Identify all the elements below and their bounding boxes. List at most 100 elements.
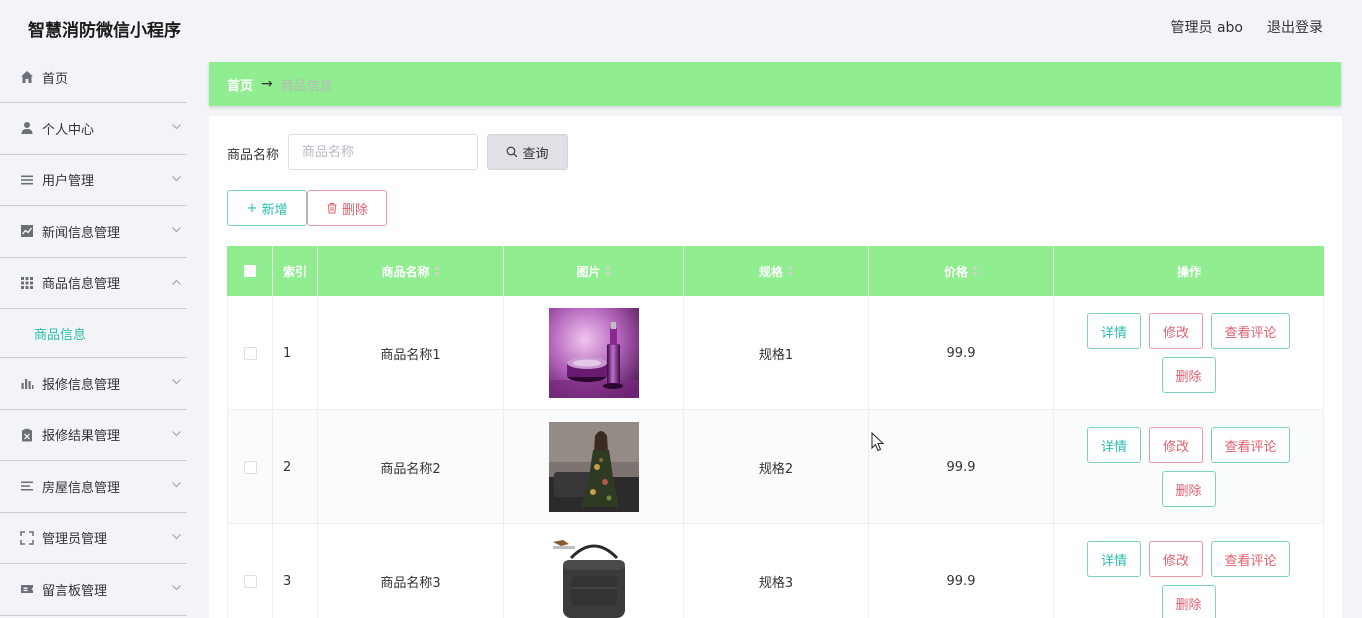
add-button[interactable]: + 新增 [227,190,307,226]
sidebar-item-house-info[interactable]: 房屋信息管理 [0,461,187,513]
product-image-dress[interactable] [548,422,639,512]
spec-cell: 规格3 [684,524,869,618]
delete-button[interactable]: 删除 [1161,585,1216,618]
sidebar-item-product-management[interactable]: 商品信息管理 [0,258,187,309]
sidebar-item-repair-info[interactable]: 报修信息管理 [0,358,187,410]
search-input[interactable] [288,134,478,170]
sort-icon[interactable] [604,266,611,276]
user-icon [20,121,34,135]
header-price[interactable]: 价格 [869,246,1054,296]
operations-cell: 详情 修改 查看评论 删除 [1054,410,1324,524]
sidebar-item-label: 个人中心 [42,122,95,138]
sidebar-item-news-management[interactable]: 新闻信息管理 [0,206,187,258]
sidebar-item-label: 留言板管理 [42,583,108,599]
search-label: 商品名称 [227,148,280,163]
chevron-down-icon [172,124,181,130]
index-cell: 1 [273,296,318,410]
breadcrumb: 首页 → 商品信息 [209,62,1341,106]
sort-icon[interactable] [787,266,793,276]
search-button[interactable]: 查询 [487,134,568,170]
list-icon [20,173,34,187]
row-select-cell [227,410,273,524]
header-spec[interactable]: 规格 [684,246,869,296]
chevron-down-icon [172,533,181,539]
view-comments-button[interactable]: 查看评论 [1211,313,1290,349]
sidebar-item-home[interactable]: 首页 [0,52,187,103]
sidebar-item-message-board[interactable]: 留言板管理 [0,564,187,616]
header-select-all[interactable] [227,246,273,296]
breadcrumb-current: 商品信息 [280,78,333,94]
product-image-bag[interactable] [548,536,639,618]
image-cell [504,524,684,618]
select-all-checkbox[interactable] [243,265,256,277]
breadcrumb-home[interactable]: 首页 [227,75,253,94]
sort-icon[interactable] [972,266,978,276]
edit-button[interactable]: 修改 [1149,313,1203,349]
admin-info: 管理员 abo [1170,20,1243,36]
header-label: 图片 [576,264,601,279]
chart-line-icon [20,224,34,238]
delete-button[interactable]: 删除 [1161,357,1216,393]
sidebar-item-label: 房屋信息管理 [42,480,121,496]
detail-button[interactable]: 详情 [1087,313,1141,349]
sidebar-item-label: 首页 [42,71,69,87]
breadcrumb-separator: → [261,76,273,92]
header-name[interactable]: 商品名称 [318,246,504,296]
chevron-down-icon [172,227,181,233]
trash-icon [326,202,338,214]
header-label: 操作 [1176,264,1201,279]
sidebar-item-label: 管理员管理 [42,532,108,548]
price-cell: 99.9 [869,296,1054,410]
row-select-cell [227,296,273,410]
batch-delete-button[interactable]: 删除 [307,190,387,226]
grid-icon [20,276,34,290]
edit-button[interactable]: 修改 [1149,427,1203,463]
view-comments-button[interactable]: 查看评论 [1211,541,1290,577]
row-checkbox[interactable] [243,574,257,588]
header-label: 规格 [758,264,783,279]
table-header: 索引 商品名称 图片 规格 价格 操作 [227,246,1324,296]
sidebar-item-admin-management[interactable]: 管理员管理 [0,513,187,564]
search-icon [507,146,518,158]
price-cell: 99.9 [869,524,1054,618]
delete-button[interactable]: 删除 [1161,471,1216,507]
sidebar-subitem-product-info[interactable]: 商品信息 [0,309,187,358]
top-header: 智慧消防微信小程序 管理员 abo 退出登录 [0,0,1362,52]
fullscreen-icon [20,531,34,545]
chevron-up-icon [172,279,181,285]
sidebar-item-repair-result[interactable]: 报修结果管理 [0,410,187,461]
ticket-icon [20,582,34,596]
chevron-down-icon [172,482,181,488]
row-checkbox[interactable] [243,460,257,474]
header-label: 价格 [943,264,968,279]
sidebar-item-user-management[interactable]: 用户管理 [0,155,187,206]
sort-icon[interactable] [433,266,440,276]
view-comments-button[interactable]: 查看评论 [1211,427,1290,463]
operations-cell: 详情 修改 查看评论 删除 [1054,524,1324,618]
sidebar-item-personal-center[interactable]: 个人中心 [0,103,187,155]
table-row: 2 商品名称2 规格2 99.9 详情 修改 查看评论 删除 [227,410,1324,524]
row-checkbox[interactable] [243,346,257,360]
sidebar-item-label: 报修结果管理 [42,429,121,445]
chevron-down-icon [172,585,181,591]
product-image-cosmetics[interactable] [548,308,639,398]
index-cell: 3 [273,524,318,618]
logout-link[interactable]: 退出登录 [1267,17,1323,37]
search-button-label: 查询 [522,146,549,162]
table-row: 3 商品名称3 规格3 99.9 详情 修改 查看评论 删除 [227,524,1324,618]
chevron-down-icon [172,175,181,181]
mouse-cursor-icon [871,432,885,452]
header-image[interactable]: 图片 [504,246,684,296]
spec-cell: 规格2 [684,410,869,524]
plus-icon: + [246,200,258,216]
app-title: 智慧消防微信小程序 [28,21,181,41]
sidebar-item-label: 新闻信息管理 [42,225,121,241]
detail-button[interactable]: 详情 [1087,427,1141,463]
header-label: 商品名称 [381,264,430,279]
table-row: 1 商品名称1 规格1 99.9 详情 修改 查看评论 删除 [227,296,1324,410]
detail-button[interactable]: 详情 [1087,541,1141,577]
edit-button[interactable]: 修改 [1149,541,1203,577]
sidebar-item-label: 用户管理 [42,174,95,190]
header-index: 索引 [273,246,318,296]
name-cell: 商品名称2 [318,410,504,524]
